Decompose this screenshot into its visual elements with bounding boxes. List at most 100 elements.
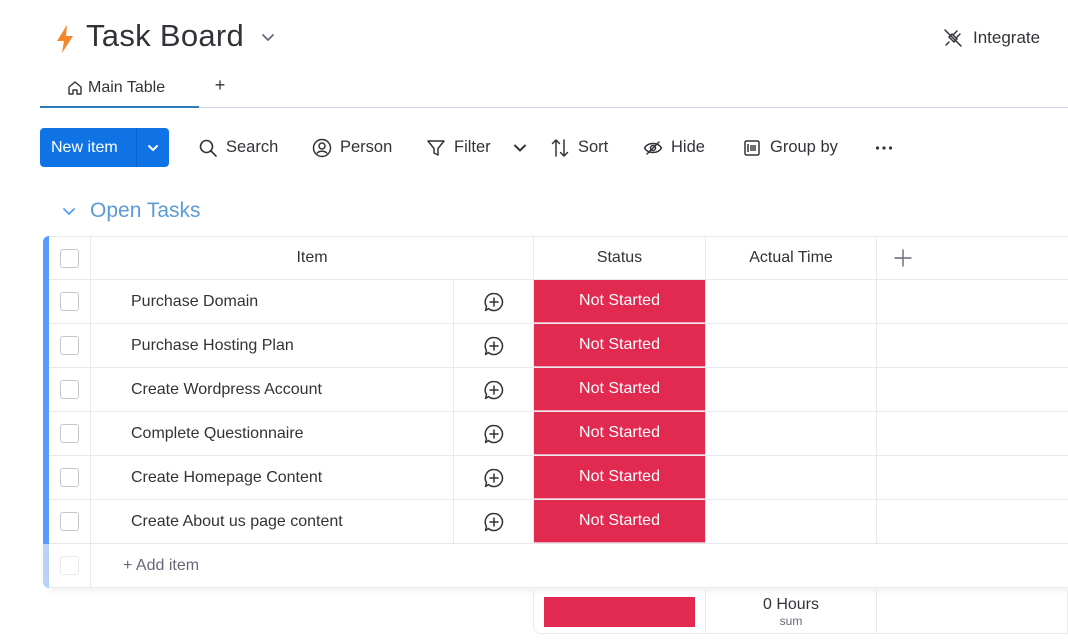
group-title[interactable]: Open Tasks <box>90 199 201 223</box>
actual-time-cell[interactable] <box>706 412 877 455</box>
item-name: Create About us page content <box>131 512 343 530</box>
actual-time-sum-value: 0 Hours <box>762 596 820 613</box>
empty-cell <box>877 280 1068 323</box>
status-label[interactable]: Not Started <box>534 412 705 455</box>
table-row: Complete Questionnaire Not Started <box>49 412 1068 456</box>
home-icon <box>68 81 82 95</box>
sort-label: Sort <box>578 138 609 156</box>
row-check-cell <box>49 456 91 499</box>
add-item-check-cell <box>49 544 91 587</box>
row-checkbox[interactable] <box>60 512 79 531</box>
add-update-button[interactable] <box>454 280 534 323</box>
status-cell: Not Started <box>534 368 706 411</box>
column-header-status[interactable]: Status <box>534 237 706 279</box>
filter-button[interactable]: Filter <box>426 128 491 167</box>
status-label[interactable]: Not Started <box>534 324 705 367</box>
row-check-cell <box>49 368 91 411</box>
column-header-actual-time[interactable]: Actual Time <box>706 237 877 279</box>
search-icon <box>199 139 217 157</box>
row-check-cell <box>49 280 91 323</box>
chevron-down-icon <box>514 144 526 151</box>
more-options-button[interactable] <box>874 128 894 167</box>
add-update-button[interactable] <box>454 412 534 455</box>
row-checkbox[interactable] <box>60 424 79 443</box>
board-title[interactable]: Task Board <box>86 18 244 54</box>
item-name-cell[interactable]: Purchase Domain <box>91 280 454 323</box>
add-update-button[interactable] <box>454 324 534 367</box>
item-name-cell[interactable]: Complete Questionnaire <box>91 412 454 455</box>
group-header: Open Tasks <box>60 196 201 226</box>
item-name-cell[interactable]: Create Homepage Content <box>91 456 454 499</box>
item-name-cell[interactable]: Purchase Hosting Plan <box>91 324 454 367</box>
ellipsis-icon <box>875 145 893 150</box>
table-row: Create About us page content Not Started <box>49 500 1068 544</box>
hide-label: Hide <box>671 138 705 156</box>
add-column-icon[interactable] <box>893 248 913 268</box>
status-distribution-bar[interactable] <box>544 597 695 627</box>
table-row: Purchase Hosting Plan Not Started <box>49 324 1068 368</box>
row-check-cell <box>49 412 91 455</box>
row-check-cell <box>49 500 91 543</box>
item-name: Create Wordpress Account <box>131 380 322 398</box>
add-update-button[interactable] <box>454 500 534 543</box>
add-update-icon <box>483 336 503 355</box>
new-item-button[interactable]: New item <box>40 139 136 157</box>
item-name: Complete Questionnaire <box>131 424 304 442</box>
item-name: Purchase Domain <box>131 292 259 310</box>
add-view-button[interactable]: + <box>210 75 230 99</box>
add-update-icon <box>483 424 503 443</box>
filter-dropdown-button[interactable] <box>510 128 530 167</box>
person-filter-button[interactable]: Person <box>312 128 392 167</box>
plug-icon <box>944 29 962 47</box>
chevron-down-icon[interactable] <box>60 202 78 220</box>
select-all-cell <box>49 237 91 279</box>
filter-label: Filter <box>454 138 491 156</box>
status-label[interactable]: Not Started <box>534 456 705 499</box>
status-label[interactable]: Not Started <box>534 280 705 323</box>
sort-icon <box>551 138 569 157</box>
status-cell: Not Started <box>534 280 706 323</box>
status-cell: Not Started <box>534 500 706 543</box>
empty-cell <box>877 456 1068 499</box>
chevron-down-icon[interactable] <box>259 28 277 46</box>
add-update-button[interactable] <box>454 456 534 499</box>
actual-time-summary-cell[interactable]: 0 Hours sum <box>706 590 877 634</box>
search-label: Search <box>226 138 279 156</box>
row-checkbox[interactable] <box>60 468 79 487</box>
lightning-bolt-icon <box>57 25 73 53</box>
item-name-cell[interactable]: Create About us page content <box>91 500 454 543</box>
add-update-button[interactable] <box>454 368 534 411</box>
integrate-button[interactable]: Integrate <box>943 26 1040 50</box>
status-cell: Not Started <box>534 412 706 455</box>
sort-button[interactable]: Sort <box>550 128 608 167</box>
actual-time-sum-function: sum <box>779 614 803 628</box>
add-item-input[interactable]: + Add item <box>91 544 1068 587</box>
actual-time-cell[interactable] <box>706 280 877 323</box>
actual-time-cell[interactable] <box>706 368 877 411</box>
status-label[interactable]: Not Started <box>534 500 705 543</box>
row-checkbox[interactable] <box>60 336 79 355</box>
row-checkbox[interactable] <box>60 380 79 399</box>
empty-cell <box>877 324 1068 367</box>
add-item-row: + Add item <box>49 544 1068 588</box>
row-checkbox[interactable] <box>60 292 79 311</box>
new-item-dropdown-button[interactable] <box>137 128 169 167</box>
actual-time-cell[interactable] <box>706 456 877 499</box>
item-name: Purchase Hosting Plan <box>131 336 294 354</box>
table-row: Create Homepage Content Not Started <box>49 456 1068 500</box>
group-by-button[interactable]: Group by <box>742 128 838 167</box>
item-name-cell[interactable]: Create Wordpress Account <box>91 368 454 411</box>
actual-time-cell[interactable] <box>706 324 877 367</box>
empty-cell <box>877 368 1068 411</box>
empty-cell <box>877 500 1068 543</box>
tab-main-table[interactable]: Main Table <box>40 70 199 108</box>
chevron-down-icon <box>148 144 158 151</box>
group-by-label: Group by <box>770 138 838 156</box>
status-label[interactable]: Not Started <box>534 368 705 411</box>
hide-button[interactable]: Hide <box>643 128 705 167</box>
column-header-item[interactable]: Item <box>91 237 534 279</box>
integrate-label: Integrate <box>973 28 1041 47</box>
actual-time-cell[interactable] <box>706 500 877 543</box>
select-all-checkbox[interactable] <box>60 248 79 268</box>
search-button[interactable]: Search <box>198 128 278 167</box>
